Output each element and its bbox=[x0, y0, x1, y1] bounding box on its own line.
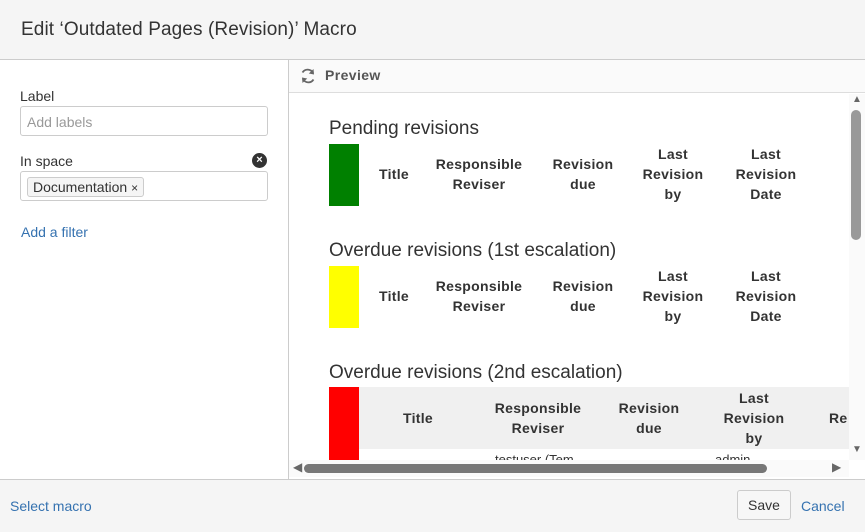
preview-toolbar: Preview bbox=[289, 60, 865, 93]
status-color-yellow bbox=[329, 266, 359, 328]
column-revision-due: Revision due bbox=[552, 156, 614, 192]
column-title: Title bbox=[378, 288, 410, 304]
label-field-label: Label bbox=[20, 88, 55, 104]
column-responsible: Responsible Reviser bbox=[435, 156, 523, 192]
section-title-overdue-1st: Overdue revisions (1st escalation) bbox=[329, 240, 617, 261]
save-button[interactable]: Save bbox=[737, 490, 791, 520]
table-cell-last-by: admin bbox=[715, 452, 751, 460]
section-title-pending: Pending revisions bbox=[329, 118, 479, 139]
dialog-header: Edit ‘Outdated Pages (Revision)’ Macro bbox=[0, 0, 865, 60]
labels-input[interactable]: Add labels bbox=[20, 106, 268, 136]
section-title-overdue-2nd: Overdue revisions (2nd escalation) bbox=[329, 362, 623, 383]
scroll-up-icon[interactable]: ▲ bbox=[849, 94, 865, 105]
remove-tag-icon[interactable]: × bbox=[131, 181, 138, 195]
cancel-link[interactable]: Cancel bbox=[801, 498, 845, 514]
scroll-right-icon[interactable]: ▶ bbox=[832, 460, 841, 474]
space-input[interactable]: Documentation × bbox=[20, 171, 268, 201]
column-title: Title bbox=[378, 166, 410, 182]
labels-input-placeholder: Add labels bbox=[27, 114, 93, 130]
column-revision-due: Revision due bbox=[552, 278, 614, 314]
macro-parameters-panel: Label Add labels In space × Documentatio… bbox=[0, 60, 289, 479]
space-field-label: In space bbox=[20, 153, 73, 169]
clear-space-icon[interactable]: × bbox=[252, 153, 267, 168]
horizontal-scroll-thumb[interactable] bbox=[304, 464, 767, 473]
space-tag: Documentation × bbox=[27, 177, 145, 197]
column-last-revision-by: Last Revision by bbox=[642, 146, 704, 202]
table-cell-reviser: testuser (Tem bbox=[495, 452, 574, 460]
scroll-down-icon[interactable]: ▼ bbox=[849, 444, 865, 455]
vertical-scrollbar[interactable]: ▲ ▼ bbox=[849, 94, 865, 460]
status-color-red bbox=[329, 387, 359, 460]
column-last-revision-date: Last Revision Date bbox=[735, 268, 797, 324]
column-truncated: Re bbox=[829, 410, 848, 426]
preview-panel: Preview Pending revisions Title Responsi… bbox=[289, 60, 865, 479]
preview-content: Pending revisions Title Responsible Revis… bbox=[289, 94, 849, 460]
refresh-icon[interactable] bbox=[298, 66, 318, 86]
column-title: Title bbox=[402, 410, 434, 426]
preview-label: Preview bbox=[325, 67, 381, 83]
column-responsible: Responsible Reviser bbox=[494, 400, 582, 436]
scroll-left-icon[interactable]: ◀ bbox=[293, 460, 302, 474]
vertical-scroll-thumb[interactable] bbox=[851, 110, 861, 240]
column-responsible: Responsible Reviser bbox=[435, 278, 523, 314]
add-filter-link[interactable]: Add a filter bbox=[21, 224, 88, 240]
macro-dialog: Edit ‘Outdated Pages (Revision)’ Macro L… bbox=[0, 0, 865, 532]
column-last-revision-date: Last Revision Date bbox=[735, 146, 797, 202]
select-macro-link[interactable]: Select macro bbox=[10, 498, 92, 514]
horizontal-scrollbar[interactable]: ◀ ▶ bbox=[289, 460, 849, 477]
column-revision-due: Revision due bbox=[618, 400, 680, 436]
dialog-title: Edit ‘Outdated Pages (Revision)’ Macro bbox=[21, 19, 357, 40]
space-tag-label: Documentation bbox=[33, 179, 128, 195]
column-last-revision-by: Last Revision by bbox=[642, 268, 704, 324]
status-color-green bbox=[329, 144, 359, 206]
column-last-revision-by: Last Revision by bbox=[723, 390, 785, 446]
dialog-footer: Select macro Save Cancel bbox=[0, 479, 865, 532]
